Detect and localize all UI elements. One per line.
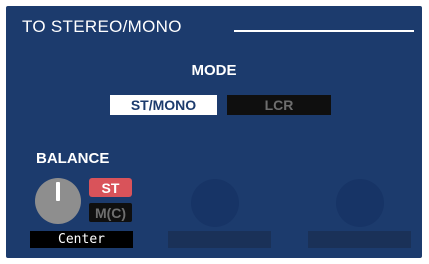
panel-title: TO STEREO/MONO [22,17,182,36]
balance-knob[interactable] [35,178,81,224]
to-stereo-mono-panel: TO STEREO/MONO MODE ST/MONO LCR BALANCE … [6,6,422,258]
knob-pointer-icon [56,182,60,201]
mode-lcr-button[interactable]: LCR [227,95,331,115]
inactive-value-display-3 [308,231,411,248]
inactive-value-display-2 [168,231,271,248]
balance-label: BALANCE [36,150,110,167]
st-indicator[interactable]: ST [89,178,132,197]
mc-indicator[interactable]: M(C) [89,203,132,222]
mode-label: MODE [191,62,237,79]
inactive-knob-3 [336,179,384,227]
title-divider [234,30,414,32]
inactive-knob-2 [191,179,239,227]
mode-st-mono-button[interactable]: ST/MONO [110,95,217,115]
balance-value-display: Center [30,231,133,248]
